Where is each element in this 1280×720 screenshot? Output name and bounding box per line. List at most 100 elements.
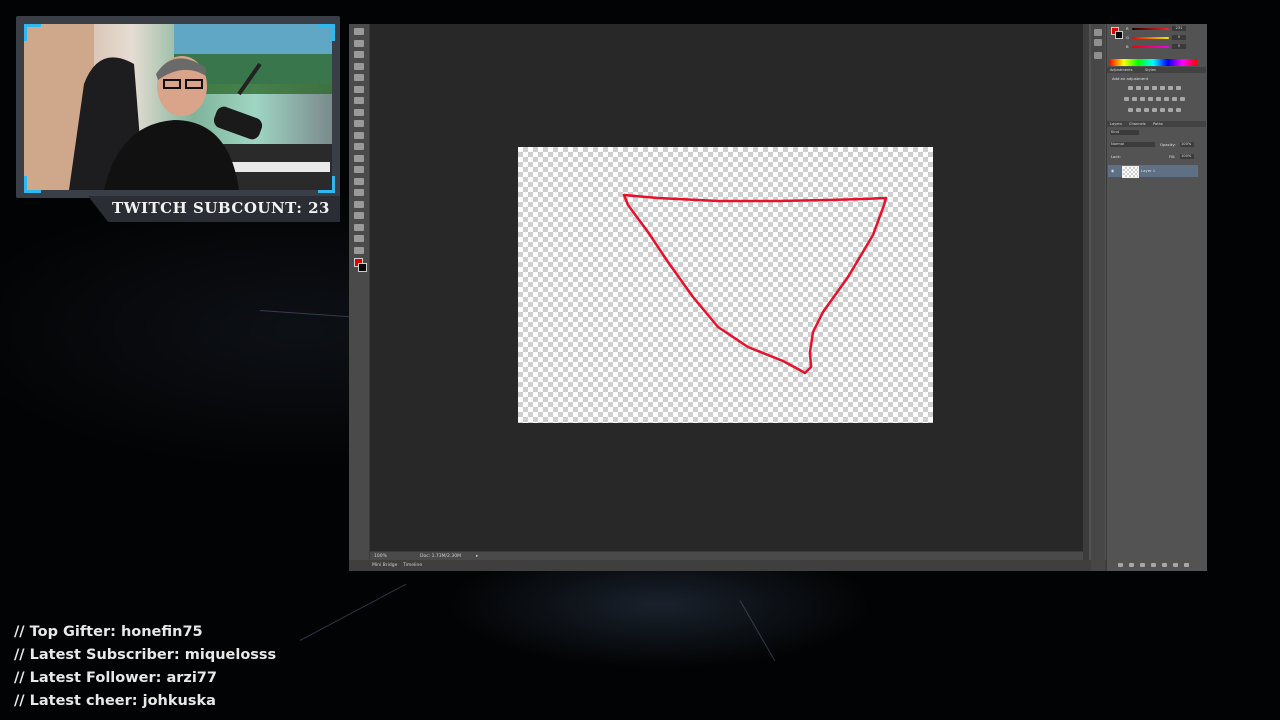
color-b-label: B — [1126, 44, 1129, 49]
tab-channels[interactable]: Channels — [1129, 121, 1146, 127]
move-icon[interactable] — [354, 28, 364, 35]
tab-adjustments[interactable]: Adjustments — [1110, 67, 1133, 73]
marquee-icon[interactable] — [354, 39, 364, 47]
webcam-corner-br — [318, 176, 335, 193]
bottom-panel-bar: Mini Bridge Timeline — [349, 560, 1206, 571]
adjustment-icon[interactable] — [1180, 97, 1185, 101]
layer-footer-icon[interactable] — [1140, 563, 1145, 567]
subcount-label: TWITCH SUBCOUNT: 23 — [112, 199, 330, 217]
adjustment-icon[interactable] — [1148, 97, 1153, 101]
latest-follower: // Latest Follower: arzi77 — [14, 670, 217, 686]
tab-styles[interactable]: Styles — [1145, 67, 1156, 73]
layer-filter-kind[interactable]: Kind — [1110, 130, 1139, 135]
document-canvas[interactable] — [518, 147, 933, 423]
tab-layers[interactable]: Layers — [1110, 121, 1122, 127]
background-color-swatch[interactable] — [358, 263, 367, 272]
crop-icon[interactable] — [354, 74, 364, 81]
brush-icon[interactable] — [354, 108, 364, 116]
fill-field[interactable]: 100% — [1180, 154, 1194, 159]
stamp-icon[interactable] — [354, 120, 364, 127]
path-select-icon[interactable] — [354, 212, 364, 219]
quick-select-icon[interactable] — [354, 62, 364, 70]
color-g-label: G — [1126, 35, 1129, 40]
webcam-corner-bl — [24, 176, 41, 193]
opacity-label: Opacity: — [1160, 142, 1176, 147]
tools-panel — [349, 24, 370, 560]
adjustment-icon[interactable] — [1160, 108, 1165, 112]
latest-subscriber: // Latest Subscriber: miquelosss — [14, 647, 277, 663]
webcam-corner-tl — [24, 24, 41, 41]
eyedropper-icon[interactable] — [354, 85, 364, 93]
blend-mode-select[interactable]: Normal — [1110, 142, 1155, 147]
layer-footer-icon[interactable] — [1129, 563, 1134, 567]
layer-thumbnail[interactable] — [1122, 166, 1139, 178]
adjustment-icon[interactable] — [1168, 86, 1173, 90]
adjustment-icon[interactable] — [1176, 108, 1181, 112]
color-panel-bg-swatch[interactable] — [1115, 31, 1123, 39]
color-g-value[interactable]: 0 — [1172, 35, 1186, 40]
history-icon[interactable] — [1094, 29, 1102, 36]
top-gifter: // Top Gifter: honefin75 — [14, 624, 203, 640]
eraser-icon[interactable] — [354, 143, 364, 150]
tab-paths[interactable]: Paths — [1153, 121, 1163, 127]
adjustment-icon[interactable] — [1168, 108, 1173, 112]
gradient-icon[interactable] — [354, 154, 364, 162]
lasso-icon[interactable] — [354, 51, 364, 58]
eye-icon[interactable]: ◉ — [1111, 168, 1114, 173]
pen-icon[interactable] — [354, 189, 364, 196]
tab-timeline[interactable]: Timeline — [403, 561, 422, 570]
healing-icon[interactable] — [354, 97, 364, 104]
adjustment-icon[interactable] — [1124, 97, 1129, 101]
layers-tabs: Layers Channels Paths — [1107, 121, 1206, 127]
color-b-slider[interactable] — [1132, 46, 1169, 48]
layer-footer-icon[interactable] — [1162, 563, 1167, 567]
color-r-slider[interactable] — [1132, 28, 1169, 30]
adjustment-icon[interactable] — [1144, 108, 1149, 112]
zoom-icon[interactable] — [354, 246, 364, 254]
adjustment-icon[interactable] — [1144, 86, 1149, 90]
color-r-label: R — [1126, 26, 1129, 31]
hand-icon[interactable] — [354, 235, 364, 242]
adjustment-icon[interactable] — [1156, 97, 1161, 101]
color-r-value[interactable]: 231 — [1172, 26, 1186, 31]
adjustment-icon[interactable] — [1128, 108, 1133, 112]
color-b-value[interactable]: 0 — [1172, 44, 1186, 49]
layer-footer-icon[interactable] — [1151, 563, 1156, 567]
webcam-scene — [24, 24, 332, 190]
right-panels — [1106, 24, 1207, 571]
color-g-slider[interactable] — [1132, 37, 1169, 39]
add-adjustment-heading: Add an adjustment — [1112, 76, 1149, 81]
layer-footer-icon[interactable] — [1184, 563, 1189, 567]
panel-icon-strip — [1091, 24, 1105, 571]
adjustment-icon[interactable] — [1136, 108, 1141, 112]
adjustment-icon[interactable] — [1164, 97, 1169, 101]
layer-name[interactable]: Layer 1 — [1141, 168, 1155, 173]
adjustment-icon[interactable] — [1152, 108, 1157, 112]
latest-cheer: // Latest cheer: johkuska — [14, 693, 216, 709]
adjustment-icon[interactable] — [1128, 86, 1133, 90]
adjustment-icon[interactable] — [1176, 86, 1181, 90]
webcam-corner-tr — [318, 24, 335, 41]
layer-footer-icon[interactable] — [1118, 563, 1123, 567]
fill-label: Fill: — [1169, 154, 1176, 159]
shape-icon[interactable] — [354, 223, 364, 231]
layer-footer-icon[interactable] — [1173, 563, 1178, 567]
adjustment-icon[interactable] — [1136, 86, 1141, 90]
vertical-scrollbar[interactable] — [1083, 24, 1089, 560]
tab-mini-bridge[interactable]: Mini Bridge — [372, 561, 397, 570]
adjustment-icon[interactable] — [1140, 97, 1145, 101]
color-spectrum-bar[interactable] — [1109, 59, 1197, 66]
adjustment-icon[interactable] — [1132, 97, 1137, 101]
info-icon[interactable] — [1094, 52, 1102, 59]
adjustment-icon[interactable] — [1160, 86, 1165, 90]
dodge-icon[interactable] — [354, 177, 364, 185]
red-triangle-stroke — [622, 193, 888, 375]
properties-icon[interactable] — [1094, 39, 1102, 46]
history-brush-icon[interactable] — [354, 131, 364, 139]
blur-icon[interactable] — [354, 166, 364, 173]
type-icon[interactable] — [354, 200, 364, 208]
opacity-field[interactable]: 100% — [1180, 142, 1194, 147]
adjustment-icon[interactable] — [1152, 86, 1157, 90]
drawn-stroke — [622, 193, 888, 375]
adjustment-icon[interactable] — [1172, 97, 1177, 101]
